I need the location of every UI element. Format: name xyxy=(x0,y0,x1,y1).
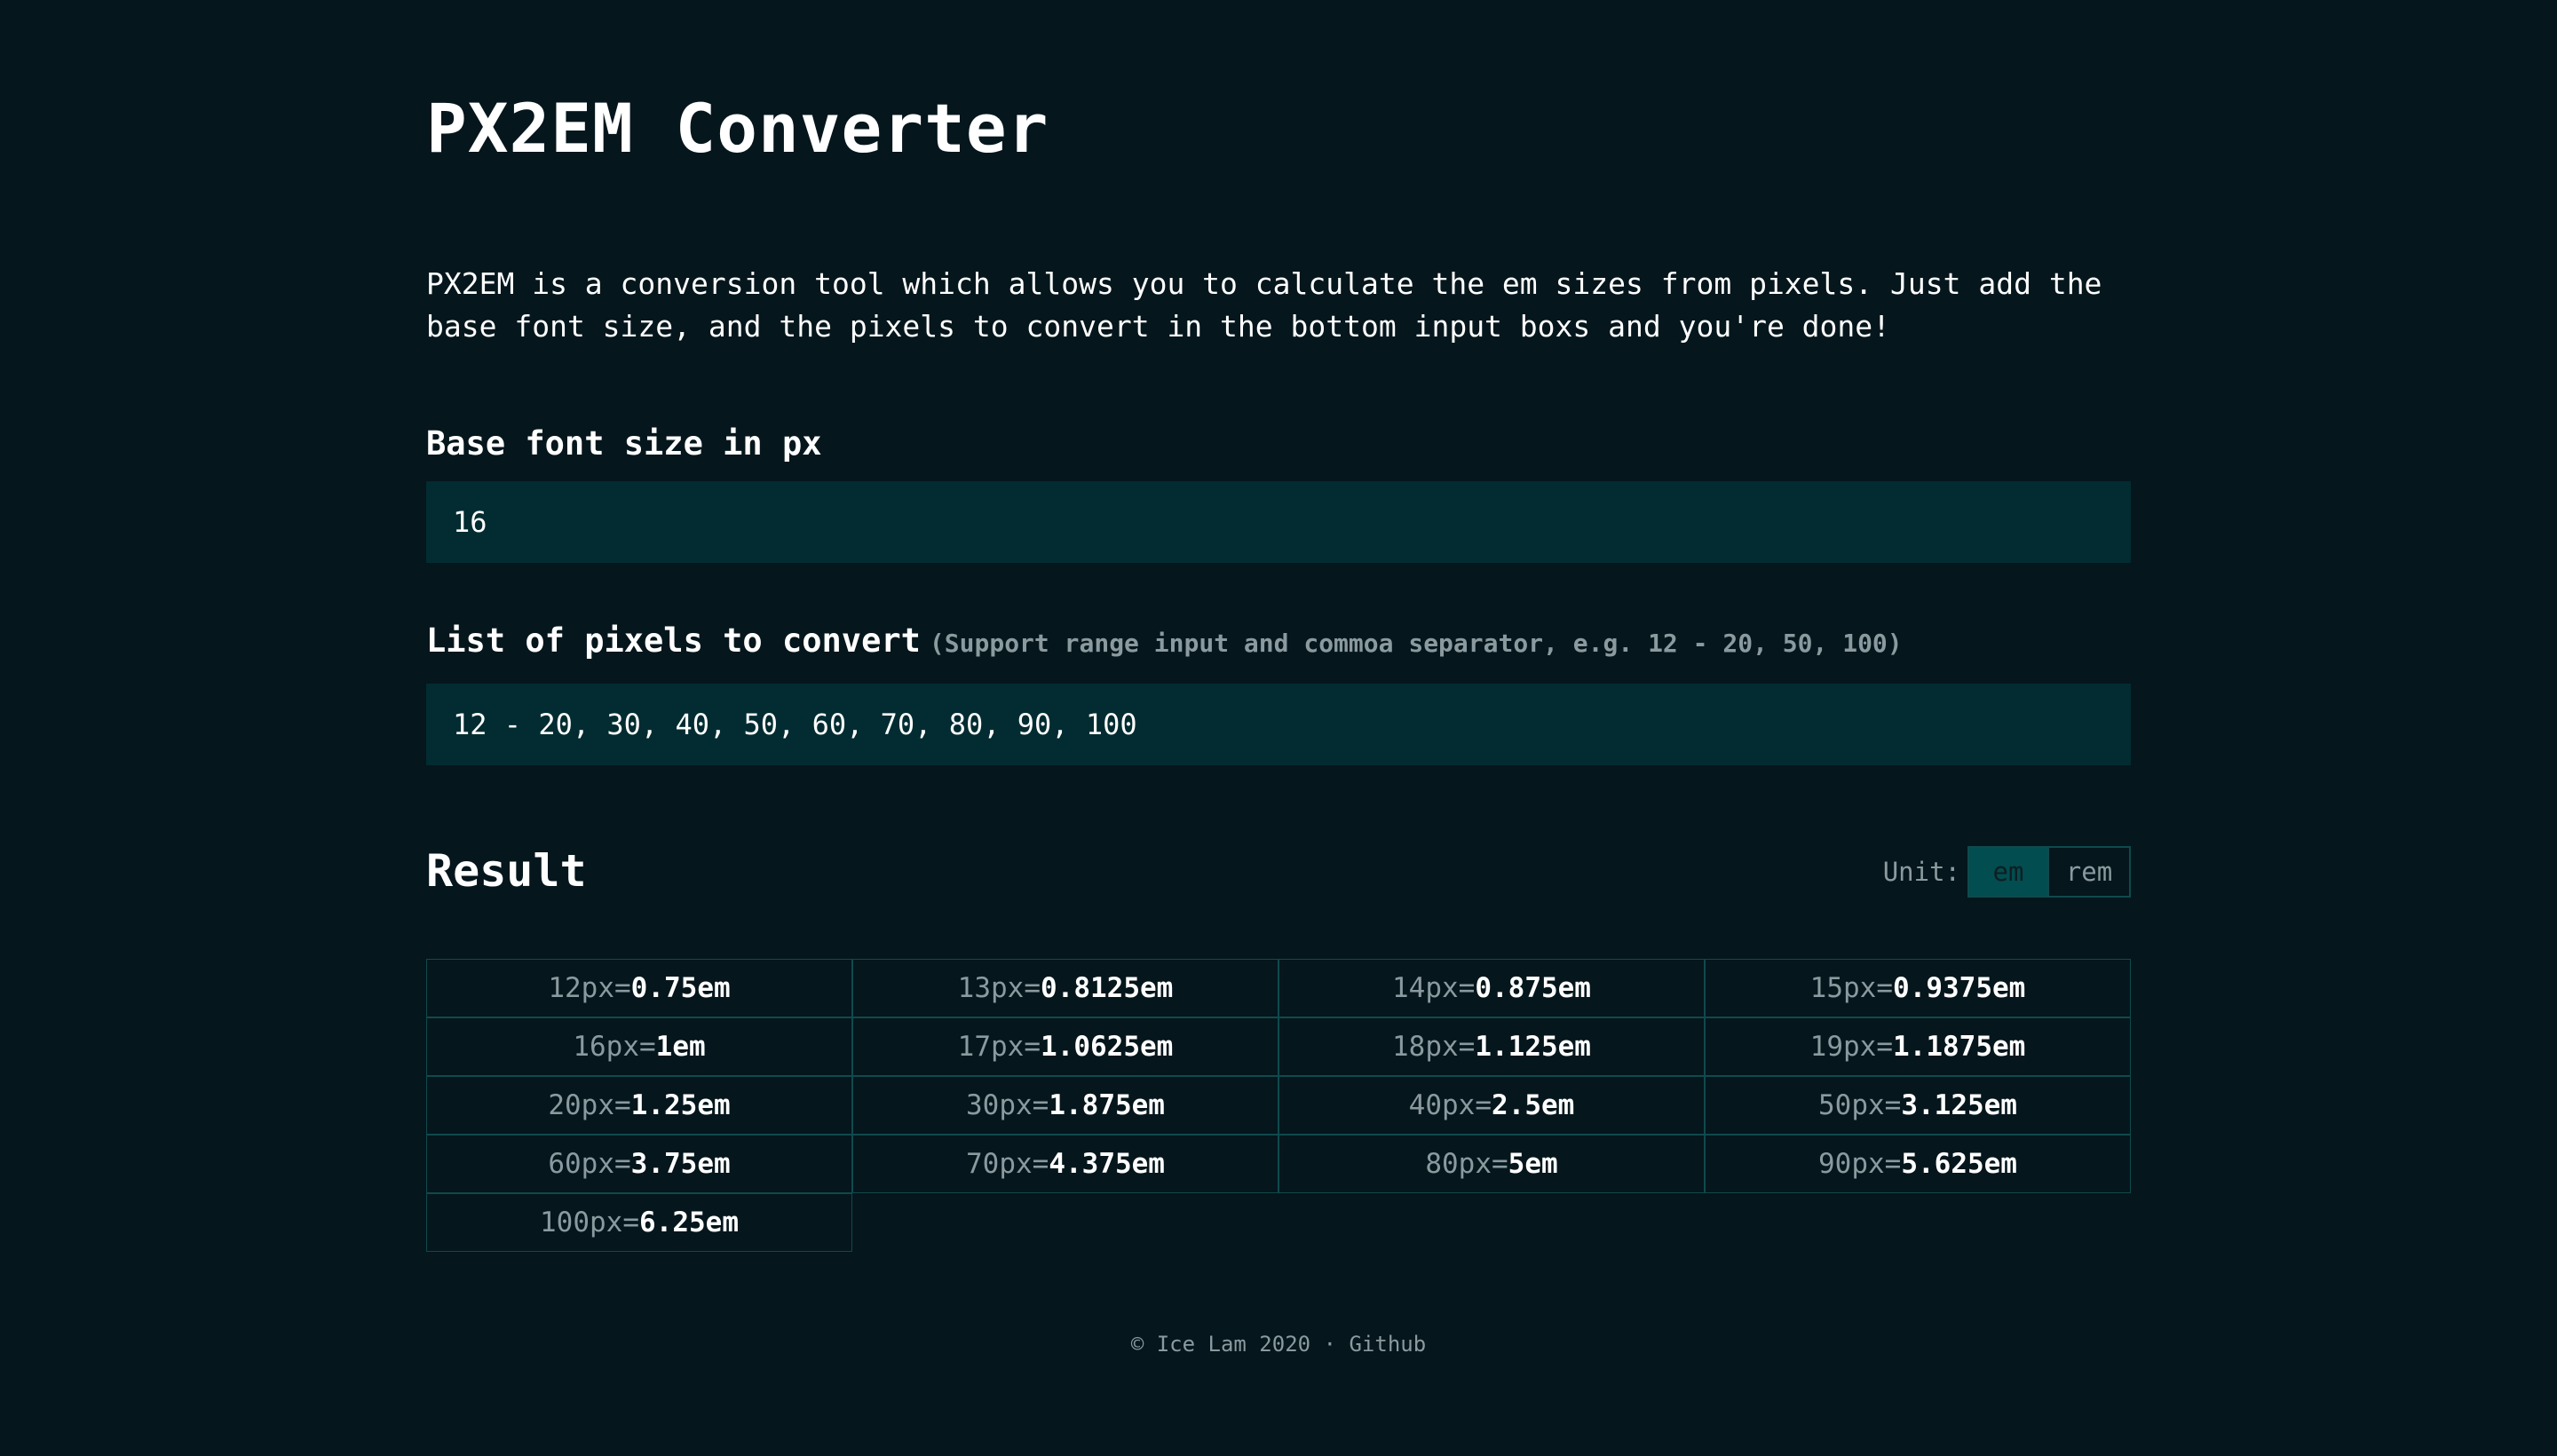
result-px-value: 30px xyxy=(966,1089,1033,1121)
github-link[interactable]: Github xyxy=(1349,1332,1426,1357)
result-cell: 50px = 3.125em xyxy=(1705,1076,2131,1135)
result-px-value: 12px xyxy=(548,972,614,1004)
result-equals: = xyxy=(1876,1031,1893,1063)
result-px-value: 17px xyxy=(957,1031,1025,1063)
pixels-label-text: List of pixels to convert xyxy=(426,621,921,660)
result-equals: = xyxy=(1032,1089,1049,1121)
unit-label: Unit: xyxy=(1882,857,1960,887)
result-equals: = xyxy=(1458,972,1476,1004)
result-equals: = xyxy=(1876,972,1893,1004)
result-cell: 19px = 1.1875em xyxy=(1705,1017,2131,1076)
result-em-value: 1.875em xyxy=(1049,1089,1165,1121)
result-cell: 70px = 4.375em xyxy=(852,1135,1278,1193)
pixels-hint: (Support range input and commoa separato… xyxy=(929,629,1903,658)
result-equals: = xyxy=(1458,1031,1476,1063)
result-cell: 13px = 0.8125em xyxy=(852,959,1278,1017)
result-em-value: 5.625em xyxy=(1901,1148,2017,1180)
result-px-value: 70px xyxy=(966,1148,1033,1180)
result-equals: = xyxy=(638,1031,656,1063)
result-px-value: 50px xyxy=(1818,1089,1885,1121)
result-equals: = xyxy=(1884,1148,1902,1180)
result-px-value: 80px xyxy=(1425,1148,1492,1180)
result-px-value: 19px xyxy=(1809,1031,1877,1063)
result-equals: = xyxy=(1491,1148,1508,1180)
result-equals: = xyxy=(1884,1089,1902,1121)
result-equals: = xyxy=(1475,1089,1492,1121)
result-px-value: 60px xyxy=(548,1148,614,1180)
intro-text: PX2EM is a conversion tool which allows … xyxy=(426,266,2102,344)
result-equals: = xyxy=(622,1207,639,1238)
base-font-size-label: Base font size in px xyxy=(426,424,822,463)
result-em-value: 1.0625em xyxy=(1041,1031,1174,1063)
result-em-value: 1.25em xyxy=(630,1089,731,1121)
footer: © Ice Lam 2020 · Github xyxy=(426,1332,2131,1357)
result-em-value: 1.125em xyxy=(1475,1031,1591,1063)
result-em-value: 3.125em xyxy=(1901,1089,2017,1121)
result-em-value: 0.9375em xyxy=(1893,972,2026,1004)
result-px-value: 18px xyxy=(1392,1031,1459,1063)
result-cell: 15px = 0.9375em xyxy=(1705,959,2131,1017)
result-cell: 30px = 1.875em xyxy=(852,1076,1278,1135)
footer-copyright: © Ice Lam 2020 xyxy=(1130,1332,1311,1357)
result-em-value: 2.5em xyxy=(1492,1089,1575,1121)
result-cell: 16px = 1em xyxy=(426,1017,852,1076)
result-em-value: 0.8125em xyxy=(1041,972,1174,1004)
result-equals: = xyxy=(614,1148,631,1180)
result-equals: = xyxy=(614,972,631,1004)
unit-em-button[interactable]: em xyxy=(1967,846,2049,898)
result-em-value: 1.1875em xyxy=(1893,1031,2026,1063)
result-em-value: 6.25em xyxy=(639,1207,739,1238)
result-cell: 18px = 1.125em xyxy=(1278,1017,1705,1076)
result-px-value: 20px xyxy=(548,1089,614,1121)
unit-rem-button[interactable]: rem xyxy=(2049,846,2131,898)
result-cell: 40px = 2.5em xyxy=(1278,1076,1705,1135)
unit-switcher: Unit: em rem xyxy=(1883,845,2131,898)
footer-separator: · xyxy=(1323,1332,1337,1357)
result-equals: = xyxy=(1032,1148,1049,1180)
result-em-value: 3.75em xyxy=(630,1148,731,1180)
result-px-value: 14px xyxy=(1392,972,1459,1004)
result-title: Result xyxy=(426,845,587,897)
result-em-value: 0.875em xyxy=(1475,972,1591,1004)
result-cell: 17px = 1.0625em xyxy=(852,1017,1278,1076)
result-cell: 12px = 0.75em xyxy=(426,959,852,1017)
result-cell: 80px = 5em xyxy=(1278,1135,1705,1193)
result-px-value: 15px xyxy=(1809,972,1877,1004)
page-title: PX2EM Converter xyxy=(426,89,1049,168)
result-px-value: 40px xyxy=(1408,1089,1476,1121)
result-px-value: 16px xyxy=(573,1031,639,1063)
result-cell: 20px = 1.25em xyxy=(426,1076,852,1135)
pixels-label: List of pixels to convert (Support range … xyxy=(426,621,1903,660)
base-font-size-input[interactable] xyxy=(426,481,2131,563)
result-cell: 90px = 5.625em xyxy=(1705,1135,2131,1193)
result-px-value: 100px xyxy=(540,1207,623,1238)
base-font-size-label-text: Base font size in px xyxy=(426,424,822,463)
result-px-value: 13px xyxy=(957,972,1025,1004)
result-cell: 60px = 3.75em xyxy=(426,1135,852,1193)
result-em-value: 5em xyxy=(1508,1148,1558,1180)
result-equals: = xyxy=(1024,972,1041,1004)
result-em-value: 4.375em xyxy=(1049,1148,1165,1180)
result-grid: 12px = 0.75em 13px = 0.8125em 14px = 0.875… xyxy=(426,959,2131,1252)
result-em-value: 1em xyxy=(655,1031,706,1063)
result-cell: 14px = 0.875em xyxy=(1278,959,1705,1017)
result-equals: = xyxy=(614,1089,631,1121)
result-em-value: 0.75em xyxy=(630,972,731,1004)
pixels-input[interactable] xyxy=(426,684,2131,765)
result-cell: 100px = 6.25em xyxy=(426,1193,852,1252)
result-px-value: 90px xyxy=(1818,1148,1885,1180)
result-equals: = xyxy=(1024,1031,1041,1063)
